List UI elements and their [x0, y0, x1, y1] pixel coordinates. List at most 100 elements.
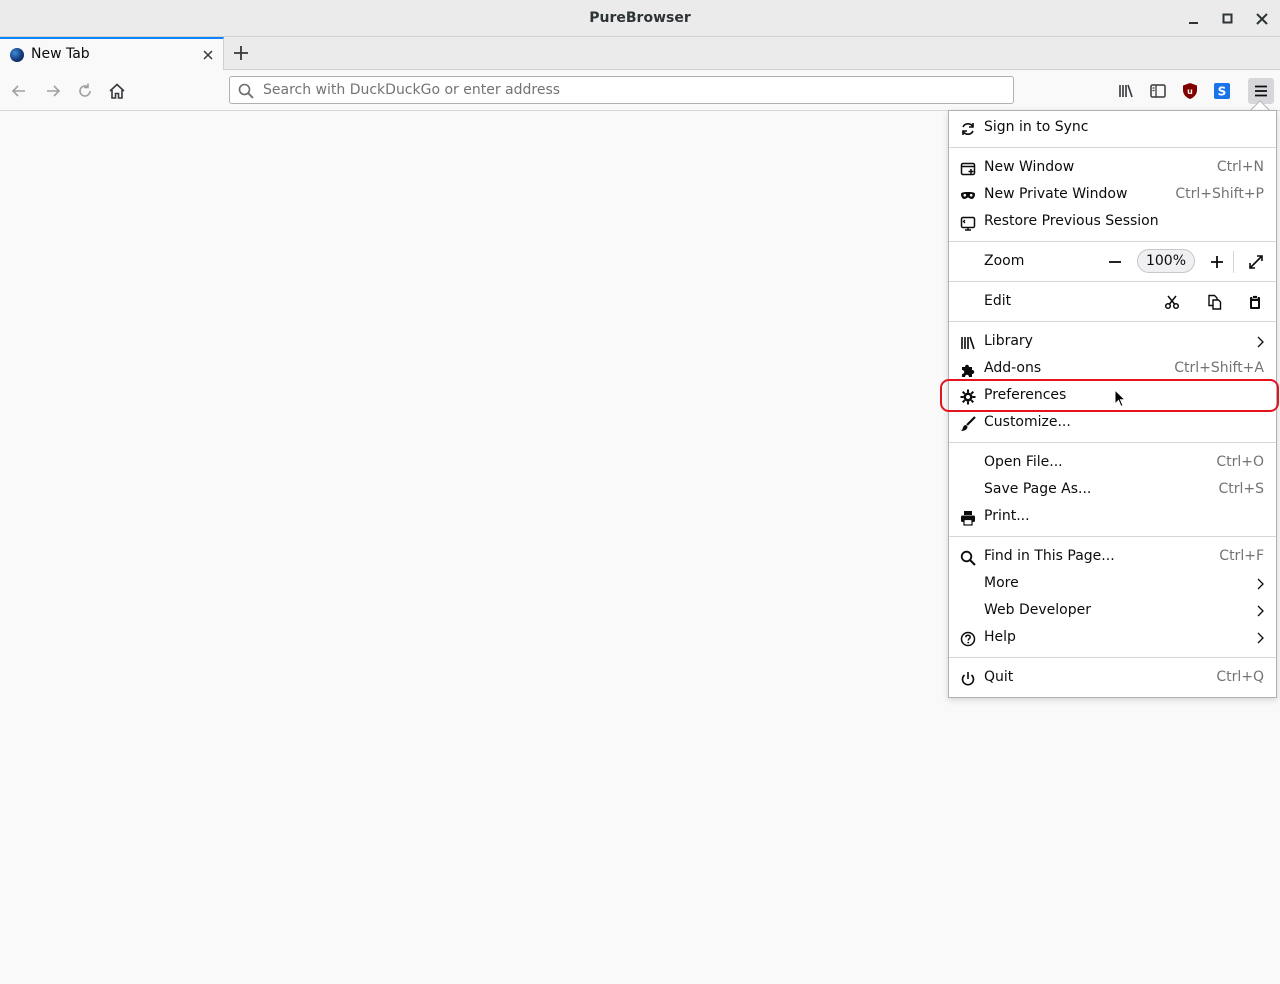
tab-bar: New Tab [0, 37, 1280, 70]
menu-item-web-developer[interactable]: Web Developer [949, 598, 1276, 625]
menu-label: Help [984, 629, 1016, 645]
back-button[interactable] [6, 78, 32, 104]
open-menu-button[interactable] [1248, 78, 1274, 104]
menu-item-new-window[interactable]: New Window Ctrl+N [949, 155, 1276, 182]
svg-text:S: S [1218, 85, 1227, 99]
copy-button[interactable] [1202, 290, 1226, 314]
menu-item-more[interactable]: More [949, 571, 1276, 598]
forward-arrow-icon [47, 85, 61, 97]
cut-button[interactable] [1160, 290, 1184, 314]
menu-item-edit: Edit [949, 289, 1276, 316]
menu-item-new-private-window[interactable]: New Private Window Ctrl+Shift+P [949, 182, 1276, 209]
menu-item-customize[interactable]: Customize... [949, 410, 1276, 437]
menu-label: More [984, 575, 1019, 591]
library-icon [1119, 84, 1133, 98]
fullscreen-button[interactable] [1244, 250, 1268, 274]
plus-icon [1211, 256, 1223, 268]
menu-separator [949, 657, 1276, 658]
scissors-icon [1164, 295, 1180, 310]
menu-item-save-page[interactable]: Save Page As... Ctrl+S [949, 477, 1276, 504]
paintbrush-icon [959, 415, 977, 433]
library-icon [959, 334, 977, 352]
menu-item-open-file[interactable]: Open File... Ctrl+O [949, 450, 1276, 477]
menu-separator [949, 281, 1276, 282]
menu-label: New Window [984, 159, 1075, 175]
home-icon [109, 83, 125, 99]
zoom-out-button[interactable] [1103, 250, 1127, 274]
maximize-icon [1222, 13, 1233, 24]
menu-item-zoom: Zoom 100% [949, 249, 1276, 276]
minus-icon [1109, 261, 1121, 263]
menu-label: Restore Previous Session [984, 213, 1159, 229]
tab-close-button[interactable] [201, 47, 215, 61]
ublock-extension-button[interactable]: u [1177, 78, 1203, 104]
menu-label: Find in This Page... [984, 548, 1115, 564]
chevron-right-icon [1257, 578, 1264, 590]
menu-item-sign-in-sync[interactable]: Sign in to Sync [949, 115, 1276, 142]
menu-separator [949, 147, 1276, 148]
menu-label: Preferences [984, 387, 1067, 403]
library-button[interactable] [1113, 78, 1139, 104]
menu-item-print[interactable]: Print... [949, 504, 1276, 531]
private-mask-icon [959, 187, 977, 205]
printer-icon [959, 509, 977, 527]
reload-button[interactable] [72, 78, 98, 104]
menu-shortcut: Ctrl+Shift+A [1174, 360, 1264, 376]
url-bar[interactable]: Search with DuckDuckGo or enter address [229, 76, 1014, 104]
zoom-in-button[interactable] [1205, 250, 1229, 274]
menu-item-addons[interactable]: Add-ons Ctrl+Shift+A [949, 356, 1276, 383]
globe-icon [10, 48, 24, 62]
menu-separator [949, 241, 1276, 242]
menu-item-restore-session[interactable]: Restore Previous Session [949, 209, 1276, 236]
menu-separator [1233, 251, 1234, 273]
clipboard-icon [1250, 295, 1260, 309]
svg-text:u: u [1187, 87, 1193, 96]
menu-label: Library [984, 333, 1033, 349]
gear-icon [959, 388, 977, 406]
fullscreen-icon [1249, 255, 1263, 269]
sync-icon [959, 120, 977, 138]
sidebar-icon [1150, 84, 1166, 98]
navigation-toolbar: Search with DuckDuckGo or enter address … [0, 70, 1280, 111]
paste-button[interactable] [1243, 290, 1267, 314]
menu-label: Zoom [984, 253, 1025, 269]
menu-item-find[interactable]: Find in This Page... Ctrl+F [949, 544, 1276, 571]
mouse-cursor-icon [1114, 389, 1126, 408]
s-extension-button[interactable]: S [1209, 78, 1235, 104]
back-arrow-icon [11, 85, 25, 97]
sidebar-button[interactable] [1145, 78, 1171, 104]
menu-item-library[interactable]: Library [949, 329, 1276, 356]
menu-label: Edit [984, 293, 1012, 309]
s-extension-icon: S [1214, 83, 1230, 99]
menu-shortcut: Ctrl+O [1216, 454, 1264, 470]
menu-shortcut: Ctrl+Shift+P [1175, 186, 1264, 202]
close-icon [203, 50, 213, 60]
menu-label: Web Developer [984, 602, 1091, 618]
new-window-icon [959, 160, 977, 178]
close-window-button[interactable] [1251, 8, 1273, 30]
minimize-button[interactable] [1183, 8, 1205, 30]
minimize-icon [1189, 22, 1198, 24]
zoom-reset-button[interactable]: 100% [1137, 249, 1195, 273]
new-tab-button[interactable] [230, 42, 252, 64]
menu-item-preferences[interactable]: Preferences [949, 383, 1276, 410]
menu-label: Save Page As... [984, 481, 1092, 497]
menu-label: Open File... [984, 454, 1063, 470]
forward-button[interactable] [40, 78, 66, 104]
menu-separator [949, 321, 1276, 322]
restore-session-icon [959, 214, 977, 232]
puzzle-piece-icon [959, 361, 977, 379]
menu-label: Print... [984, 508, 1030, 524]
menu-item-quit[interactable]: Quit Ctrl+Q [949, 665, 1276, 692]
menu-label: New Private Window [984, 186, 1128, 202]
close-icon [1256, 13, 1268, 25]
help-icon [959, 630, 977, 648]
maximize-button[interactable] [1217, 8, 1239, 30]
menu-label: Add-ons [984, 360, 1042, 376]
menu-shortcut: Ctrl+F [1219, 548, 1264, 564]
menu-item-help[interactable]: Help [949, 625, 1276, 652]
chevron-right-icon [1257, 632, 1264, 644]
menu-separator [949, 536, 1276, 537]
tab-new-tab[interactable]: New Tab [0, 37, 224, 70]
home-button[interactable] [104, 78, 130, 104]
